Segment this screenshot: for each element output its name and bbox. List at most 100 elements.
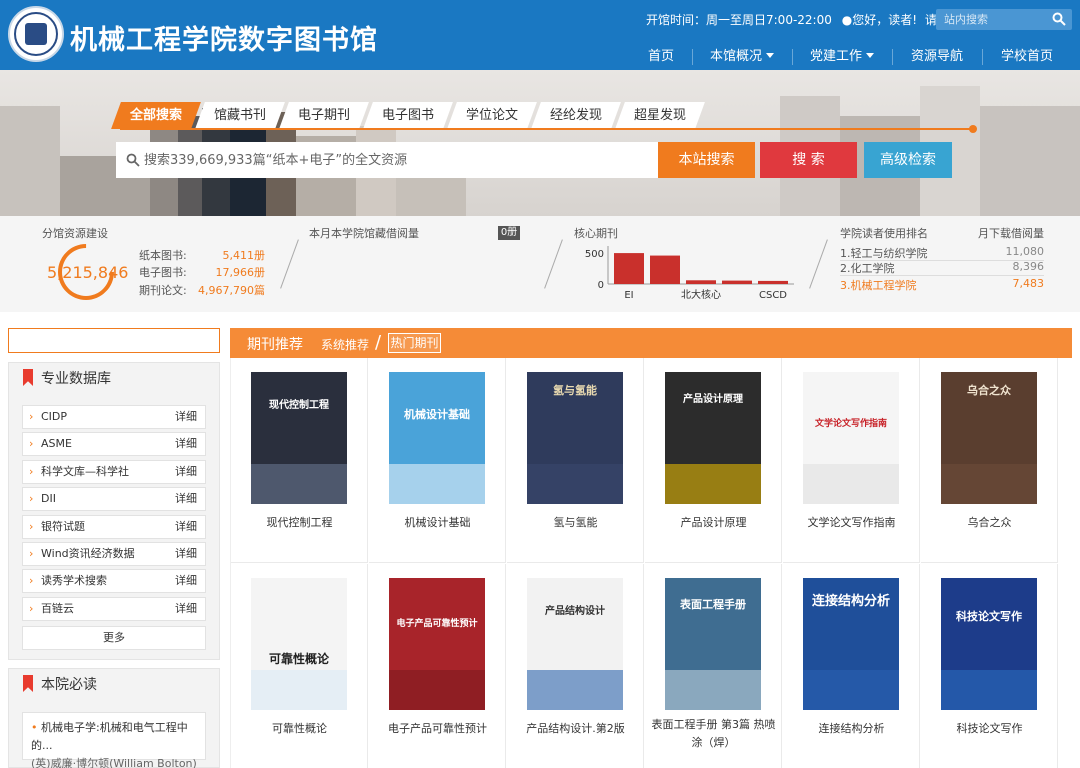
database-detail-link[interactable]: 详细	[175, 543, 197, 565]
journal-title[interactable]: 科技论文写作	[923, 720, 1056, 738]
database-item[interactable]: › Wind资讯经济数据 详细	[22, 542, 206, 566]
journal-cover[interactable]: 产品设计原理	[665, 372, 761, 504]
tab-all[interactable]: 全部搜索	[111, 102, 201, 129]
nav-party[interactable]: 党建工作	[792, 44, 892, 70]
journal-card[interactable]: 现代控制工程 现代控制工程	[231, 358, 368, 563]
journal-card[interactable]: 产品结构设计产品结构设计.第2版	[507, 564, 644, 768]
main-search	[116, 142, 658, 178]
tab-ebooks[interactable]: 电子图书	[363, 102, 453, 129]
tab-jinglun[interactable]: 经纶发现	[531, 102, 622, 129]
journal-title[interactable]: 电子产品可靠性预计	[371, 720, 504, 738]
journal-card[interactable]: 机械设计基础 机械设计基础	[369, 358, 506, 563]
database-item[interactable]: › ASME 详细	[22, 432, 206, 457]
must-read-book-title: 机械电子学:机械和电气工程中的...	[31, 721, 188, 752]
main-search-input[interactable]	[144, 142, 654, 178]
journal-cover[interactable]: 连接结构分析	[803, 578, 899, 710]
journal-cover[interactable]: 可靠性概论	[251, 578, 347, 710]
tab-collection[interactable]: 馆藏书刊	[195, 102, 285, 129]
journal-cover[interactable]: 表面工程手册	[665, 578, 761, 710]
journal-cover[interactable]: 乌合之众	[941, 372, 1037, 504]
database-item[interactable]: › DII 详细	[22, 487, 206, 512]
database-detail-link[interactable]: 详细	[175, 406, 197, 428]
journal-card[interactable]: 乌合之众 乌合之众	[921, 358, 1058, 563]
database-name: ASME	[41, 437, 72, 451]
journal-cover[interactable]: 产品结构设计	[527, 578, 623, 710]
tab-hot-journals[interactable]: 热门期刊	[388, 333, 441, 353]
journal-title[interactable]: 产品结构设计.第2版	[509, 720, 642, 738]
database-detail-link[interactable]: 详细	[175, 516, 197, 538]
journal-card[interactable]: 表面工程手册表面工程手册 第3篇 热喷涂（焊）	[645, 564, 782, 768]
journal-title[interactable]: 可靠性概论	[233, 720, 366, 738]
tab-system-recommend[interactable]: 系统推荐	[321, 336, 369, 353]
sidebar-input[interactable]	[8, 328, 220, 353]
journal-title[interactable]: 产品设计原理	[647, 514, 780, 532]
search-icon[interactable]	[1052, 12, 1066, 26]
database-name: Wind资讯经济数据	[41, 547, 135, 560]
database-detail-link[interactable]: 详细	[175, 461, 197, 483]
databases-header: 专业数据库	[9, 363, 221, 393]
nav-label: 资源导航	[910, 49, 963, 64]
nav-about[interactable]: 本馆概况	[692, 44, 792, 70]
journal-cover[interactable]: 现代控制工程	[251, 372, 347, 504]
database-item[interactable]: › CIDP 详细	[22, 405, 206, 429]
journal-cover[interactable]: 电子产品可靠性预计	[389, 578, 485, 710]
journal-cover[interactable]: 科技论文写作	[941, 578, 1037, 710]
chevron-down-icon	[766, 53, 774, 58]
database-item[interactable]: › 银符试题 详细	[22, 514, 206, 539]
site-title[interactable]: 机械工程学院数字图书馆	[70, 18, 378, 57]
journal-card[interactable]: 连接结构分析 连接结构分析	[783, 564, 920, 768]
database-item[interactable]: › 读秀学术搜索 详细	[22, 569, 206, 594]
journal-card[interactable]: 可靠性概论 可靠性概论	[231, 564, 368, 768]
journal-card[interactable]: 科技论文写作 科技论文写作	[921, 564, 1058, 768]
ranking-value: 11,080	[1005, 245, 1045, 258]
tab-theses[interactable]: 学位论文	[447, 102, 537, 129]
site-search-button[interactable]: 本站搜索	[658, 142, 755, 178]
database-detail-link[interactable]: 详细	[175, 433, 197, 455]
y-tick-label: 500	[585, 249, 604, 260]
site-search	[936, 9, 1072, 30]
journal-title[interactable]: 连接结构分析	[785, 720, 918, 738]
database-detail-link[interactable]: 详细	[175, 570, 197, 592]
journal-cover[interactable]: 氢与氢能	[527, 372, 623, 504]
database-item[interactable]: › 科学文库—科学社 详细	[22, 459, 206, 484]
x-tick-label: 北大核心	[681, 288, 721, 301]
chevron-right-icon: ›	[29, 492, 34, 506]
ranking-row: 2.化工学院 8,396	[840, 260, 1044, 276]
journal-card[interactable]: 文学论文写作指南 文学论文写作指南	[783, 358, 920, 563]
database-name: CIDP	[41, 410, 68, 423]
journal-card[interactable]: 电子产品可靠性预计 电子产品可靠性预计	[369, 564, 506, 768]
journal-card[interactable]: 产品设计原理 产品设计原理	[645, 358, 782, 563]
tab-ejournals[interactable]: 电子期刊	[279, 102, 369, 129]
journal-title[interactable]: 氢与氢能	[509, 514, 642, 532]
cover-title: 氢与氢能	[553, 384, 597, 397]
journal-title[interactable]: 表面工程手册 第3篇 热喷涂（焊）	[647, 716, 780, 752]
x-tick-label: EI	[624, 290, 633, 301]
journal-title[interactable]: 文学论文写作指南	[785, 514, 918, 532]
nav-home[interactable]: 首页	[630, 44, 692, 70]
search-button[interactable]: 搜 索	[760, 142, 857, 178]
database-detail-link[interactable]: 详细	[175, 488, 197, 510]
journal-card[interactable]: 氢与氢能 氢与氢能	[507, 358, 644, 563]
tab-chaoxing[interactable]: 超星发现	[615, 102, 706, 129]
must-read-item[interactable]: • 机械电子学:机械和电气工程中的... (英)威廉·博尔顿(William B…	[22, 712, 206, 768]
ranking-label: 学院读者使用排名	[840, 227, 928, 240]
journal-title[interactable]: 现代控制工程	[233, 514, 366, 532]
bookmark-icon	[23, 675, 33, 692]
nav-resources[interactable]: 资源导航	[892, 44, 982, 70]
journal-cover[interactable]: 机械设计基础	[389, 372, 485, 504]
chevron-right-icon: ›	[29, 410, 34, 423]
university-logo[interactable]	[8, 6, 64, 62]
database-detail-link[interactable]: 详细	[175, 598, 197, 620]
journal-cover[interactable]: 文学论文写作指南	[803, 372, 899, 504]
site-header: 机械工程学院数字图书馆 开馆时间：周一至周日7:00-22:00 ●您好，读者!…	[0, 0, 1080, 70]
journal-title[interactable]: 机械设计基础	[371, 514, 504, 532]
cover-band	[389, 670, 485, 710]
tab-label: 学位论文	[466, 108, 519, 123]
journal-title[interactable]: 乌合之众	[923, 514, 1056, 532]
site-search-input[interactable]	[936, 9, 1044, 30]
database-item[interactable]: › 百链云 详细	[22, 596, 206, 621]
nav-school[interactable]: 学校首页	[982, 44, 1072, 70]
advanced-search-button[interactable]: 高级检索	[864, 142, 952, 178]
chevron-down-icon	[866, 53, 874, 58]
more-databases-button[interactable]: 更多	[22, 626, 206, 650]
